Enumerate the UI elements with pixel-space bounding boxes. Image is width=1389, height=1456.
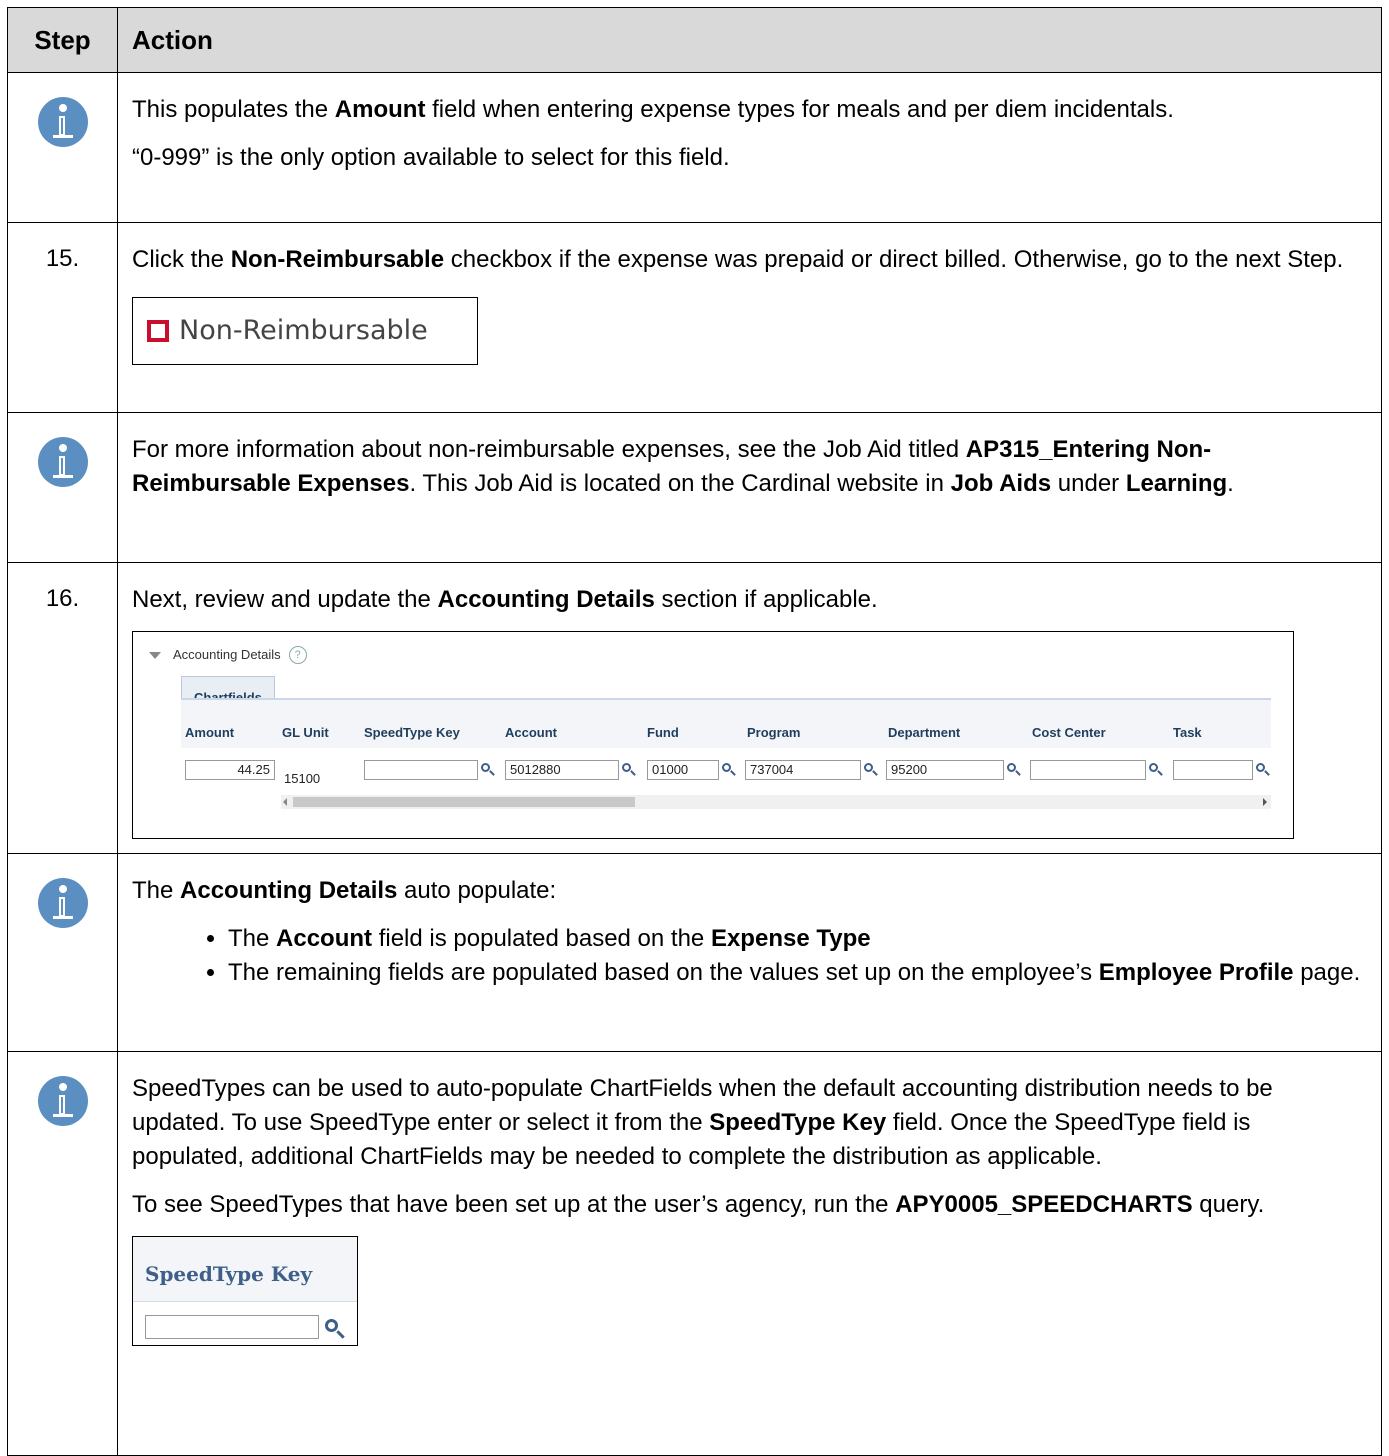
info-icon — [37, 97, 88, 147]
scroll-right-icon[interactable] — [1263, 798, 1267, 806]
accounting-details-header[interactable]: Accounting Details ? — [149, 638, 307, 672]
column-header: Department — [888, 725, 961, 740]
column-header: SpeedType Key — [364, 725, 460, 740]
table-row: 16. Next, review and update the Accounti… — [7, 562, 1382, 854]
paragraph: For more information about non-reimbursa… — [132, 436, 1234, 497]
column-header: Task — [1173, 725, 1202, 740]
task-field[interactable] — [1173, 760, 1253, 780]
paragraph: The Accounting Details auto populate: — [132, 877, 557, 904]
non-reimbursable-screenshot: Non-Reimbursable — [132, 297, 478, 365]
grid-header: Amount GL Unit SpeedType Key Account Fun… — [181, 700, 1271, 748]
paragraph: “0-999” is the only option available to … — [132, 144, 730, 171]
help-icon[interactable]: ? — [288, 646, 307, 664]
bullet-list: The Account field is populated based on … — [132, 922, 1367, 990]
column-header: Program — [747, 725, 801, 740]
table-row: For more information about non-reimbursa… — [7, 412, 1382, 563]
accounting-details-screenshot: Accounting Details ? Chartfields ▤▸ Amou… — [132, 631, 1294, 839]
table-row: This populates the Amount field when ent… — [7, 72, 1382, 223]
magnifier-icon[interactable] — [323, 1317, 347, 1341]
collapse-triangle-icon[interactable] — [149, 651, 161, 659]
magnifier-icon[interactable] — [1005, 760, 1023, 780]
cost-center-field[interactable] — [1030, 760, 1146, 780]
department-field[interactable]: 95200 — [886, 760, 1004, 780]
step-number: 16. — [7, 562, 118, 854]
gl-unit-value: 15100 — [284, 771, 321, 786]
info-icon — [37, 878, 88, 928]
checkbox-icon[interactable] — [147, 320, 169, 342]
magnifier-icon[interactable] — [862, 760, 880, 780]
accounting-details-title: Accounting Details — [173, 647, 281, 662]
paragraph: To see SpeedTypes that have been set up … — [132, 1191, 1265, 1218]
scroll-thumb[interactable] — [293, 797, 635, 807]
magnifier-icon[interactable] — [620, 760, 638, 780]
table-header-row: Step Action — [7, 7, 1382, 73]
list-item: The remaining fields are populated based… — [228, 956, 1367, 990]
column-header: Cost Center — [1032, 725, 1106, 740]
list-item: The Account field is populated based on … — [228, 922, 1367, 956]
horizontal-scrollbar[interactable] — [281, 795, 1271, 809]
speedtype-key-label: SpeedType Key — [145, 1262, 313, 1286]
column-header: Account — [505, 725, 557, 740]
amount-field[interactable]: 44.25 — [185, 760, 275, 780]
speedtype-key-screenshot: SpeedType Key — [132, 1236, 358, 1346]
program-field[interactable]: 737004 — [745, 760, 861, 780]
account-field[interactable]: 5012880 — [505, 760, 619, 780]
step-header: Step — [7, 7, 118, 73]
speedtype-key-field[interactable] — [364, 760, 478, 780]
procedure-table: Step Action This populates the Amount fi… — [7, 7, 1382, 1456]
fund-field[interactable]: 01000 — [647, 760, 719, 780]
non-reimbursable-label: Non-Reimbursable — [179, 315, 428, 346]
action-header: Action — [117, 7, 1382, 73]
table-row: 15. Click the Non-Reimbursable checkbox … — [7, 222, 1382, 413]
magnifier-icon[interactable] — [720, 760, 738, 780]
paragraph: SpeedTypes can be used to auto-populate … — [132, 1075, 1273, 1170]
info-icon — [37, 1076, 88, 1126]
paragraph: Click the Non-Reimbursable checkbox if t… — [132, 246, 1344, 273]
info-icon — [37, 437, 88, 487]
paragraph: This populates the Amount field when ent… — [132, 96, 1174, 123]
magnifier-icon[interactable] — [1254, 760, 1272, 780]
table-row: SpeedTypes can be used to auto-populate … — [7, 1051, 1382, 1456]
speedtype-key-field[interactable] — [145, 1315, 319, 1339]
magnifier-icon[interactable] — [1147, 760, 1165, 780]
column-header: GL Unit — [282, 725, 329, 740]
column-header: Amount — [185, 725, 235, 740]
step-number: 15. — [7, 222, 118, 413]
table-row: The Accounting Details auto populate: Th… — [7, 853, 1382, 1052]
scroll-left-icon[interactable] — [283, 798, 287, 806]
paragraph: Next, review and update the Accounting D… — [132, 586, 878, 613]
table-row: 44.25 15100 5012880 01000 737004 95200 — [181, 748, 1271, 792]
magnifier-icon[interactable] — [479, 760, 497, 780]
column-header: Fund — [647, 725, 679, 740]
